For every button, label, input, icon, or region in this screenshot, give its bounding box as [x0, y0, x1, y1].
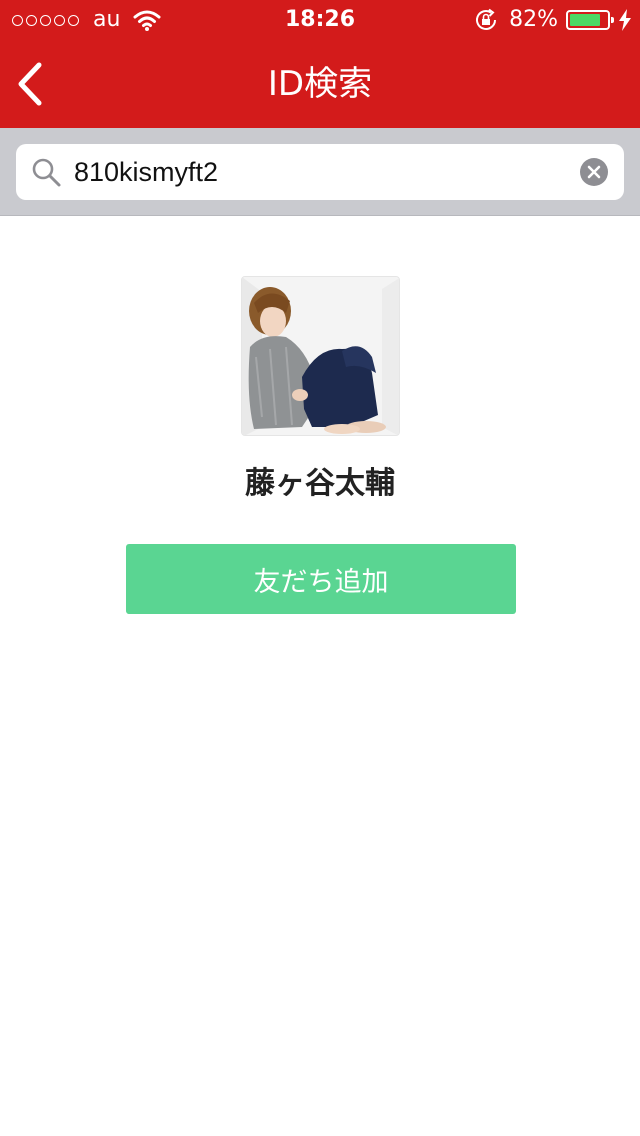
- search-icon: [32, 158, 61, 187]
- clear-button[interactable]: [580, 158, 608, 186]
- status-right: 82%: [473, 7, 632, 33]
- profile-name: 藤ヶ谷太輔: [245, 466, 395, 501]
- status-bar: au 18:26 82%: [0, 0, 640, 40]
- search-box[interactable]: [16, 144, 624, 200]
- charging-bolt-icon: [619, 9, 631, 31]
- page-title: ID検索: [267, 64, 373, 104]
- battery-percent: 82%: [509, 7, 558, 32]
- search-input[interactable]: [74, 150, 574, 194]
- nav-bar: ID検索: [0, 40, 640, 128]
- battery-icon: [566, 10, 614, 30]
- search-bar: [0, 128, 640, 216]
- app-screen: au 18:26 82% ID検索 810kismyft2 藤ヶ谷太輔 友だち追…: [0, 0, 640, 1136]
- profile-photo: [242, 277, 399, 435]
- avatar[interactable]: [241, 276, 400, 436]
- rotation-lock-icon: [476, 8, 497, 30]
- add-friend-button[interactable]: 友だち追加: [126, 544, 516, 614]
- clear-icon: [587, 165, 601, 179]
- battery-fill: [570, 14, 600, 26]
- header: au 18:26 82% ID検索: [0, 0, 640, 128]
